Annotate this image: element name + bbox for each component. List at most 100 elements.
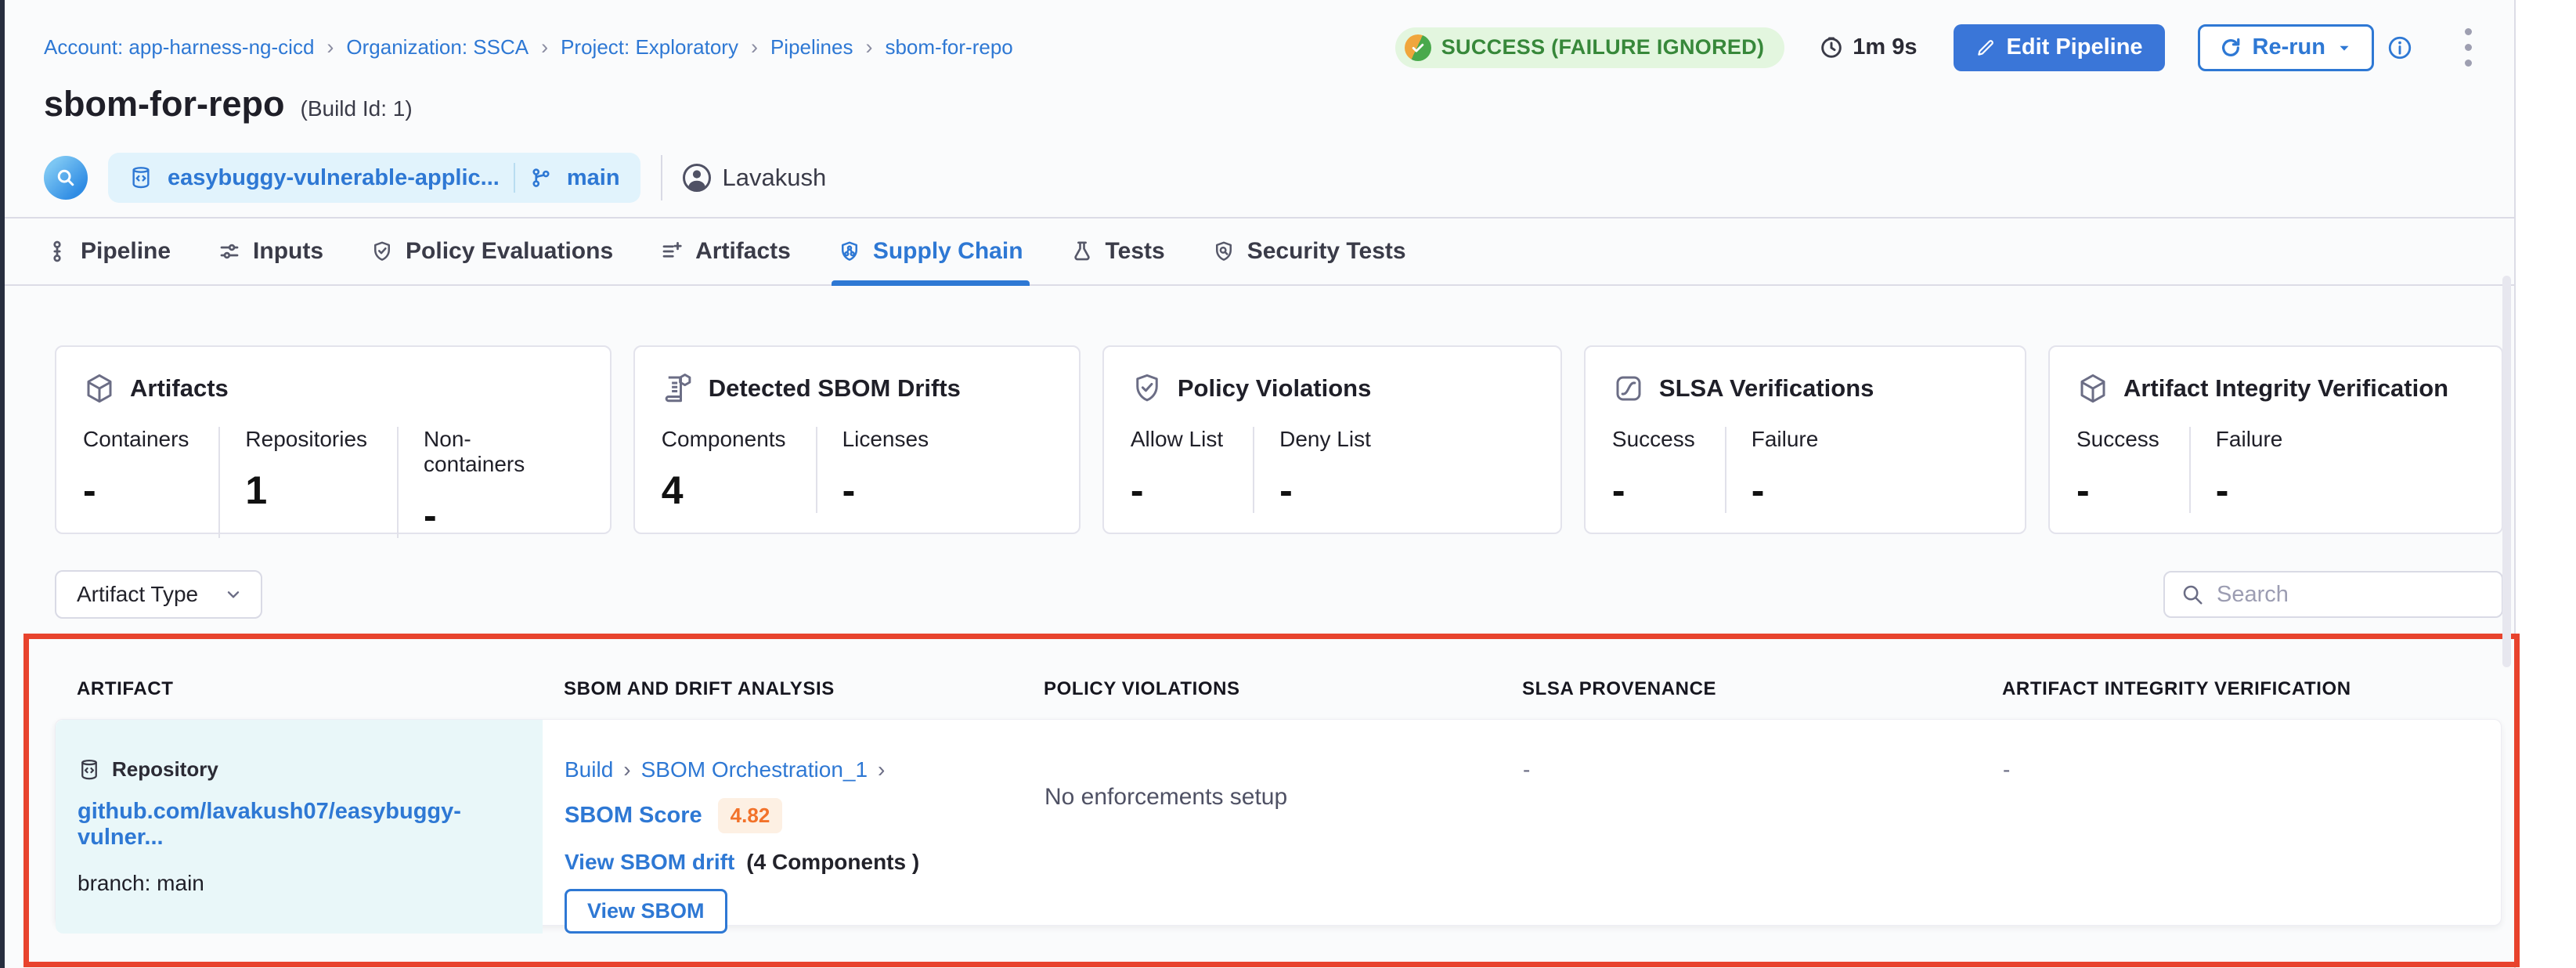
col-artifact-integrity: ARTIFACT INTEGRITY VERIFICATION	[1980, 678, 2514, 700]
view-sbom-drift-link[interactable]: View SBOM drift	[565, 850, 734, 875]
trigger-webhook-icon	[44, 156, 88, 200]
col-sbom-drift: SBOM AND DRIFT ANALYSIS	[542, 678, 1022, 700]
col-policy-violations: POLICY VIOLATIONS	[1022, 678, 1500, 700]
no-enforcements-text: No enforcements setup	[1044, 784, 1479, 811]
artifacts-icon	[660, 240, 684, 263]
sbom-step-orchestration-link[interactable]: SBOM Orchestration_1	[641, 757, 896, 782]
filter-row: Artifact Type	[55, 570, 2503, 619]
stat-integrity-failure: Failure -	[2191, 427, 2313, 513]
title-row: sbom-for-repo (Build Id: 1)	[5, 71, 2514, 125]
rerun-button[interactable]: Re-run	[2198, 24, 2374, 71]
stat-slsa-success: Success -	[1612, 427, 1726, 513]
tab-artifacts-label: Artifacts	[695, 238, 791, 265]
clock-icon	[1819, 35, 1844, 60]
card-policy-violations: Policy Violations Allow List - Deny List…	[1102, 345, 1562, 534]
caret-down-icon[interactable]	[2336, 39, 2353, 56]
tab-policy-evaluations[interactable]: Policy Evaluations	[370, 219, 613, 284]
card-slsa-verifications: SLSA Verifications Success - Failure -	[1584, 345, 2026, 534]
artifact-type-dropdown[interactable]: Artifact Type	[55, 570, 262, 619]
page-title: sbom-for-repo	[44, 84, 285, 125]
artifact-repo-link[interactable]: github.com/lavakush07/easybuggy-vulner..…	[78, 799, 521, 851]
rerun-label: Re-run	[2253, 34, 2325, 60]
header-actions: SUCCESS (FAILURE IGNORED) 1m 9s Edit Pip…	[1395, 23, 2480, 71]
sbom-step-build-link[interactable]: Build	[565, 757, 641, 782]
view-sbom-button[interactable]: View SBOM	[565, 889, 727, 934]
scrollbar-thumb[interactable]	[2502, 276, 2511, 667]
col-artifact: ARTIFACT	[55, 678, 542, 700]
edit-pipeline-button[interactable]: Edit Pipeline	[1954, 24, 2165, 71]
shield-check-icon	[1131, 372, 1164, 405]
success-check-icon	[1405, 34, 1431, 61]
left-nav-edge	[0, 0, 5, 968]
card-artifacts: Artifacts Containers - Repositories 1 No…	[55, 345, 612, 534]
breadcrumb-account[interactable]: Account: app-harness-ng-cicd	[44, 35, 346, 60]
user-avatar-icon	[683, 164, 711, 192]
card-title: Artifacts	[130, 374, 229, 403]
edit-icon	[1975, 38, 1996, 58]
tab-pipeline-label: Pipeline	[81, 238, 171, 265]
artifact-branch: branch: main	[78, 871, 521, 896]
policy-violations-cell: No enforcements setup	[1023, 720, 1501, 934]
user-name: Lavakush	[723, 164, 827, 192]
col-slsa-provenance: SLSA PROVENANCE	[1500, 678, 1980, 700]
tab-artifacts[interactable]: Artifacts	[660, 219, 791, 284]
artifact-type-text: Repository	[112, 757, 218, 782]
more-options-button[interactable]	[2457, 23, 2480, 71]
policy-evaluations-icon	[370, 240, 394, 263]
stat-containers: Containers -	[83, 427, 220, 538]
sbom-score-link[interactable]: SBOM Score	[565, 803, 702, 829]
tab-inputs[interactable]: Inputs	[218, 219, 323, 284]
tab-security-tests[interactable]: Security Tests	[1212, 219, 1406, 284]
breadcrumb-project[interactable]: Project: Exploratory	[561, 35, 770, 60]
artifact-type-label: Artifact Type	[77, 582, 198, 607]
branch-name[interactable]: main	[567, 165, 620, 191]
breadcrumb-pipeline-name[interactable]: sbom-for-repo	[885, 35, 1012, 60]
tab-pipeline[interactable]: Pipeline	[45, 219, 171, 284]
edit-pipeline-label: Edit Pipeline	[2007, 34, 2143, 60]
breadcrumb-pipelines[interactable]: Pipelines	[770, 35, 886, 60]
breadcrumb: Account: app-harness-ng-cicd Organizatio…	[44, 35, 1013, 60]
build-id: (Build Id: 1)	[301, 96, 413, 121]
repo-branch-pill[interactable]: easybuggy-vulnerable-applic... main	[108, 153, 640, 203]
pill-divider	[514, 163, 515, 193]
card-sbom-drifts: Detected SBOM Drifts Components 4 Licens…	[633, 345, 1081, 534]
repo-name[interactable]: easybuggy-vulnerable-applic...	[168, 165, 500, 191]
tab-inputs-label: Inputs	[253, 238, 323, 265]
info-icon[interactable]	[2387, 34, 2413, 61]
drift-components-count: (4 Components )	[746, 850, 919, 875]
repository-icon	[128, 165, 153, 190]
card-title: Detected SBOM Drifts	[709, 374, 961, 403]
meta-divider	[661, 155, 662, 200]
artifact-cell: Repository github.com/lavakush07/easybug…	[56, 720, 543, 934]
slsa-icon	[1612, 372, 1645, 405]
rerun-icon	[2219, 36, 2242, 60]
supply-chain-icon	[838, 240, 861, 263]
cube-icon	[83, 372, 116, 405]
chevron-down-icon	[223, 584, 244, 605]
page: Account: app-harness-ng-cicd Organizatio…	[5, 0, 2516, 968]
search-input[interactable]	[2217, 582, 2512, 608]
pipeline-icon	[45, 240, 69, 263]
breadcrumb-organization[interactable]: Organization: SSCA	[346, 35, 561, 60]
tab-tests-label: Tests	[1106, 238, 1165, 265]
tab-tests[interactable]: Tests	[1070, 219, 1165, 284]
tab-supply-chain-label: Supply Chain	[873, 238, 1023, 265]
build-duration: 1m 9s	[1819, 34, 1917, 60]
security-tests-icon	[1212, 240, 1236, 263]
tab-bar: Pipeline Inputs Policy Evaluations Artif…	[5, 217, 2514, 286]
repository-icon	[78, 758, 101, 782]
card-title: Artifact Integrity Verification	[2123, 374, 2448, 403]
search-icon	[2181, 583, 2204, 606]
integrity-empty-value: -	[2003, 757, 2479, 782]
tab-supply-chain[interactable]: Supply Chain	[838, 219, 1023, 284]
sbom-cell: Build SBOM Orchestration_1 SBOM Score 4.…	[543, 720, 1023, 934]
card-title: SLSA Verifications	[1659, 374, 1874, 403]
duration-text: 1m 9s	[1853, 34, 1917, 60]
stat-components: Components 4	[662, 427, 817, 513]
tab-security-tests-label: Security Tests	[1247, 238, 1406, 265]
card-artifact-integrity: Artifact Integrity Verification Success …	[2048, 345, 2503, 534]
tab-policy-evaluations-label: Policy Evaluations	[406, 238, 613, 265]
tests-icon	[1070, 240, 1094, 263]
git-branch-icon	[529, 166, 553, 190]
triggered-by-user: Lavakush	[683, 164, 827, 192]
